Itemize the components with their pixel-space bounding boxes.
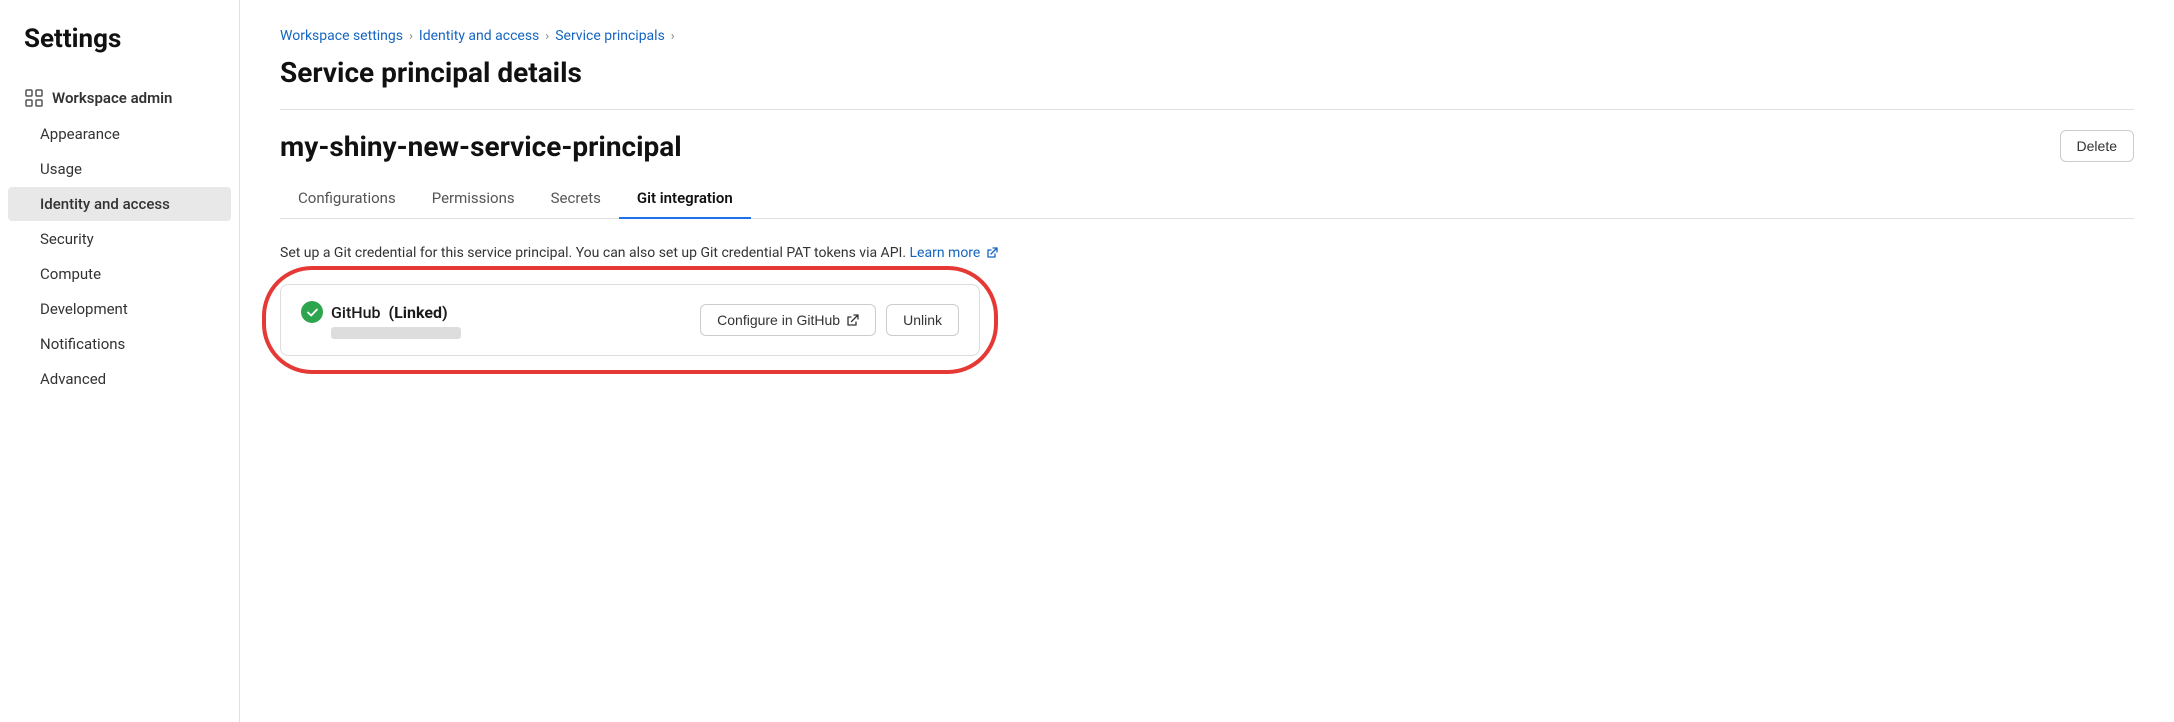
page-title: Service principal details [280,56,2134,110]
github-linked-status: GitHub (Linked) [301,301,461,323]
sidebar-item-identity-access[interactable]: Identity and access [8,187,231,221]
check-circle-icon [301,301,323,323]
tab-configurations[interactable]: Configurations [280,179,414,219]
main-content: Workspace settings › Identity and access… [240,0,2174,722]
sidebar-item-advanced[interactable]: Advanced [8,362,231,396]
sidebar: Settings Workspace admin AppearanceUsage… [0,0,240,722]
sidebar-item-compute[interactable]: Compute [8,257,231,291]
tab-secrets[interactable]: Secrets [533,179,619,219]
breadcrumb-identity-access[interactable]: Identity and access [419,28,539,44]
configure-button-label: Configure in GitHub [717,312,840,328]
sidebar-workspace-admin[interactable]: Workspace admin [0,80,239,116]
sp-name: my-shiny-new-service-principal [280,130,682,163]
sidebar-title: Settings [0,24,239,74]
github-title: GitHub [331,303,381,322]
external-link-icon [986,247,998,259]
sidebar-item-security[interactable]: Security [8,222,231,256]
sp-header: my-shiny-new-service-principal Delete [280,130,2134,179]
configure-external-link-icon [846,314,859,327]
github-card-left: GitHub (Linked) [301,301,461,339]
github-card: GitHub (Linked) Configure in GitHub Unli… [280,284,980,356]
breadcrumb-sep-2: › [545,29,549,44]
workspace-icon [24,88,44,108]
sidebar-item-development[interactable]: Development [8,292,231,326]
sidebar-item-usage[interactable]: Usage [8,152,231,186]
learn-more-link[interactable]: Learn more [910,245,998,261]
sidebar-item-appearance[interactable]: Appearance [8,117,231,151]
workspace-admin-label: Workspace admin [52,89,172,107]
github-card-actions: Configure in GitHub Unlink [700,304,959,336]
git-description: Set up a Git credential for this service… [280,243,2134,264]
tab-git-integration[interactable]: Git integration [619,179,751,219]
configure-in-github-button[interactable]: Configure in GitHub [700,304,876,336]
sidebar-item-notifications[interactable]: Notifications [8,327,231,361]
sidebar-workspace-section: Workspace admin AppearanceUsageIdentity … [0,74,239,403]
tab-permissions[interactable]: Permissions [414,179,533,219]
github-subtext-redacted [331,327,461,339]
breadcrumb-sep-3: › [671,29,675,44]
breadcrumb: Workspace settings › Identity and access… [280,28,2134,44]
github-card-wrapper: GitHub (Linked) Configure in GitHub Unli… [280,284,980,356]
breadcrumb-workspace-settings[interactable]: Workspace settings [280,28,403,44]
tabs-container: ConfigurationsPermissionsSecretsGit inte… [280,179,2134,219]
github-linked-label: (Linked) [389,303,448,322]
sidebar-nav: AppearanceUsageIdentity and accessSecuri… [0,117,239,396]
unlink-button[interactable]: Unlink [886,304,959,336]
breadcrumb-service-principals[interactable]: Service principals [555,28,665,44]
delete-button[interactable]: Delete [2060,130,2134,162]
breadcrumb-sep-1: › [409,29,413,44]
description-text: Set up a Git credential for this service… [280,245,906,261]
